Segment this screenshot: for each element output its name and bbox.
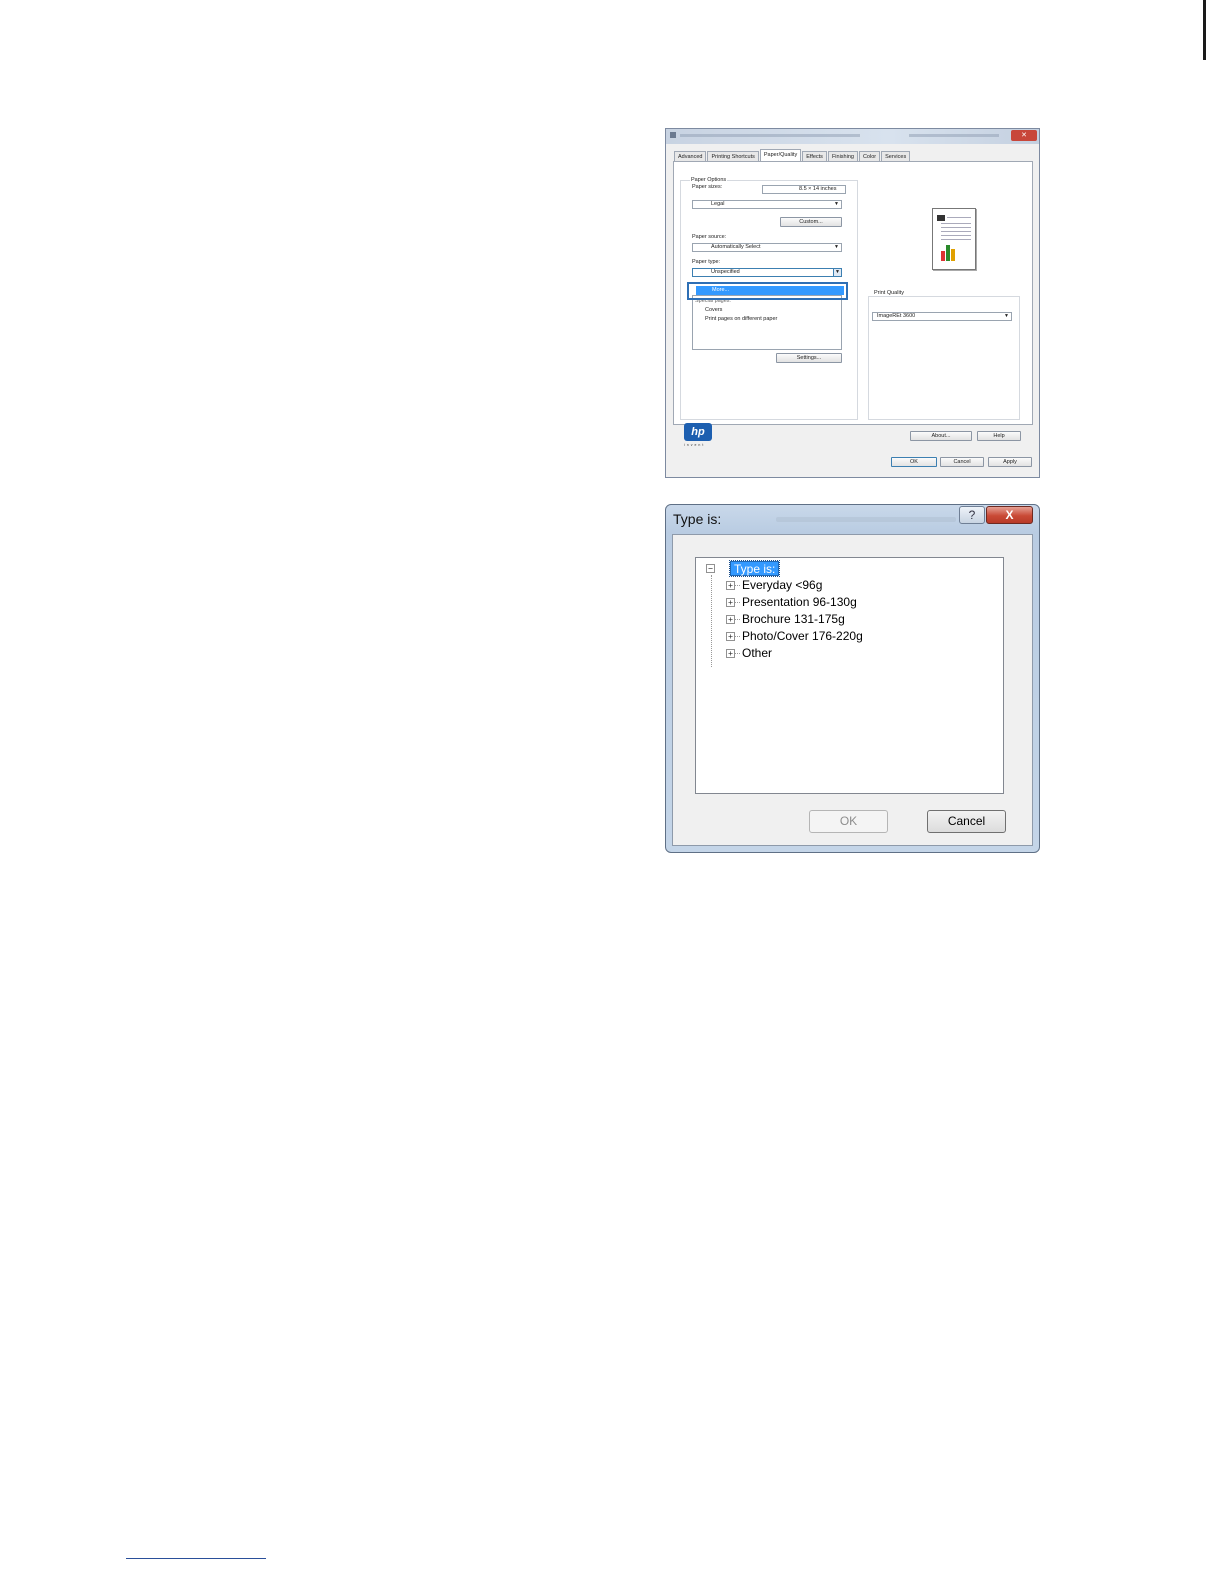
paper-sizes-label: Paper sizes: [692,184,723,190]
expand-icon[interactable]: + [726,632,735,641]
paper-source-select[interactable]: Automatically Select ▼ [692,243,842,252]
title-bar: ✕ [666,129,1039,144]
tree-guide-line [735,619,740,620]
custom-button[interactable]: Custom... [780,217,842,227]
tree-item-label: Photo/Cover 176-220g [742,629,863,643]
tree-guide-line [735,653,740,654]
tree-root[interactable]: − Type is: [706,560,796,577]
paper-source-label: Paper source: [692,234,727,240]
tree-guide-line [711,575,712,667]
tree-root-label[interactable]: Type is: [728,560,781,577]
list-item[interactable]: Print pages on different paper [705,316,777,322]
ok-button[interactable]: OK [891,457,937,467]
collapse-icon[interactable]: − [706,564,715,573]
paper-quality-panel: Paper Options Paper sizes: 8.5 × 14 inch… [673,161,1033,425]
tree-guide-line [735,585,740,586]
expand-icon[interactable]: + [726,615,735,624]
paper-type-tree[interactable]: − Type is: + Everyday <96g + Presentatio… [695,557,1004,794]
paper-size-dimensions: 8.5 × 14 inches [762,185,846,194]
paper-type-select[interactable]: Unspecified ▼ [692,268,842,277]
list-item[interactable]: Covers [705,307,722,313]
tree-item-label: Everyday <96g [742,578,823,592]
title-text-blurred-right [909,134,999,137]
cancel-button[interactable]: Cancel [940,457,984,467]
close-icon[interactable]: X [986,506,1033,524]
tree-item-label: Presentation 96-130g [742,595,857,609]
paper-type-label: Paper type: [692,259,721,265]
tree-item-label: Other [742,646,773,660]
settings-button[interactable]: Settings... [776,353,842,363]
cancel-button[interactable]: Cancel [927,810,1006,833]
hp-logo-tagline: invent [684,443,706,447]
help-button[interactable]: Help [977,431,1021,441]
paper-source-value: Automatically Select [711,244,761,250]
paper-options-label: Paper Options [690,177,728,183]
tree-item-label: Brochure 131-175g [742,612,845,626]
expand-icon[interactable]: + [726,598,735,607]
chevron-down-icon: ▼ [1004,313,1009,319]
expand-icon[interactable]: + [726,581,735,590]
title-ghost-text [776,517,956,522]
chevron-down-icon: ▼ [834,244,839,250]
dialog-title: Type is: [673,511,722,527]
print-quality-select[interactable]: ImageREt 3600 ▼ [872,312,1012,321]
print-quality-label: Print Quality [873,290,905,296]
paper-size-select[interactable]: Legal ▼ [692,200,842,209]
apply-button[interactable]: Apply [988,457,1032,467]
hp-logo: hp [684,423,712,441]
about-button[interactable]: About... [910,431,972,441]
paper-preview-icon [932,208,976,270]
expand-icon[interactable]: + [726,649,735,658]
dialog-client-area: − Type is: + Everyday <96g + Presentatio… [672,534,1033,846]
close-icon[interactable]: ✕ [1011,130,1037,141]
page-edge-mark [1203,0,1206,60]
tree-guide-line [735,602,740,603]
paper-type-value: Unspecified [711,269,740,275]
chevron-down-icon: ▼ [834,201,839,207]
chevron-down-icon[interactable]: ▼ [833,269,841,276]
ok-button[interactable]: OK [809,810,888,833]
footer-rule [126,1558,266,1559]
printer-icon [670,132,676,138]
type-is-dialog: Type is: ? X − Type is: + Everyday <96g … [665,504,1040,853]
tree-guide-line [735,636,740,637]
paper-size-value: Legal [711,201,725,207]
title-text-blurred [680,134,860,137]
printer-properties-dialog: ✕ Advanced Printing Shortcuts Paper/Qual… [665,128,1040,478]
print-quality-value: ImageREt 3600 [877,313,916,319]
callout-highlight [687,282,848,300]
special-pages-list[interactable]: Special pages: Covers Print pages on dif… [692,295,842,350]
help-icon[interactable]: ? [959,506,985,524]
